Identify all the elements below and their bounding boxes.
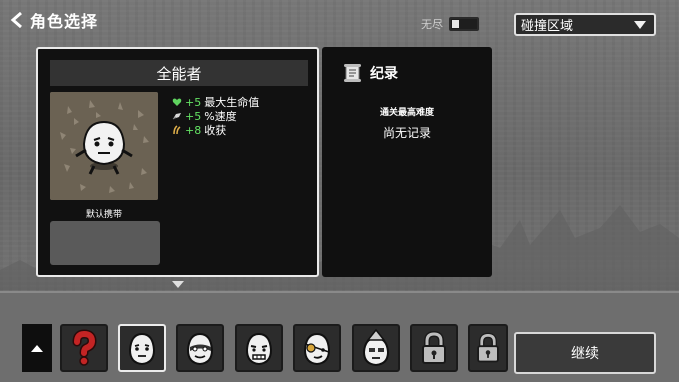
character-name: 全能者 — [50, 60, 308, 86]
chevron-down-icon — [634, 20, 646, 29]
continue-button[interactable]: 继续 — [514, 332, 656, 374]
page-title: 角色选择 — [30, 12, 99, 31]
potato-eyepatch-icon — [303, 332, 331, 366]
potato-portrait-icon — [50, 92, 158, 200]
zone-dropdown-value: 碰撞区域 — [521, 19, 574, 34]
stat-value: +5 — [185, 109, 202, 123]
character-portrait — [50, 92, 158, 200]
stats-list: +5 最大生命值 +5 %速度 +8 收获 — [172, 95, 259, 137]
character-slot-crazy[interactable] — [235, 324, 283, 372]
stat-row: +5 最大生命值 — [172, 95, 259, 109]
character-slot-ranger[interactable] — [293, 324, 341, 372]
default-item-slot[interactable] — [50, 221, 160, 265]
chevron-up-icon — [31, 344, 43, 352]
chevron-down-icon — [172, 281, 184, 288]
scroll-up-button[interactable] — [22, 324, 52, 372]
chevron-left-icon — [10, 12, 22, 28]
stat-row: +8 收获 — [172, 123, 259, 137]
speed-icon — [172, 113, 181, 120]
potato-grin-icon — [245, 332, 273, 366]
back-button[interactable]: 角色选择 — [10, 8, 98, 32]
toggle-knob — [452, 20, 459, 28]
default-item-label: 默认携带 — [85, 210, 122, 220]
harvest-icon — [173, 125, 181, 135]
endless-mode: 无尽 — [421, 16, 479, 32]
scroll-icon — [344, 64, 361, 82]
character-slot-well-rounded[interactable] — [118, 324, 166, 372]
potato-mask-icon — [186, 332, 214, 366]
stat-value: +5 — [185, 95, 202, 109]
record-title: 纪录 — [370, 66, 398, 82]
stat-label: 收获 — [204, 124, 227, 137]
endless-label: 无尽 — [421, 18, 443, 31]
lock-icon — [477, 332, 499, 363]
stat-row: +5 %速度 — [172, 109, 259, 123]
record-value: 尚无记录 — [382, 126, 431, 140]
endless-toggle[interactable] — [449, 17, 479, 31]
potato-hat-icon — [362, 328, 390, 367]
character-slot-locked[interactable] — [410, 324, 458, 372]
question-mark-icon — [72, 329, 97, 366]
character-slot-locked[interactable] — [468, 324, 508, 372]
character-panel: 全能者 +5 最大生命值 +5 %速度 +8 收获 默认携带 — [36, 47, 319, 277]
heart-icon — [172, 98, 182, 106]
lock-icon — [422, 330, 446, 364]
character-slot-random[interactable] — [60, 324, 108, 372]
potato-icon — [128, 332, 156, 366]
stat-value: +8 — [185, 123, 202, 137]
zone-dropdown[interactable]: 碰撞区域 — [514, 13, 656, 36]
record-subtitle: 通关最高难度 — [379, 108, 434, 118]
character-slot-brawler[interactable] — [176, 324, 224, 372]
record-panel: 纪录 通关最高难度 尚无记录 — [322, 47, 492, 277]
character-slot-mage[interactable] — [352, 324, 400, 372]
record-header: 纪录 — [342, 62, 398, 84]
